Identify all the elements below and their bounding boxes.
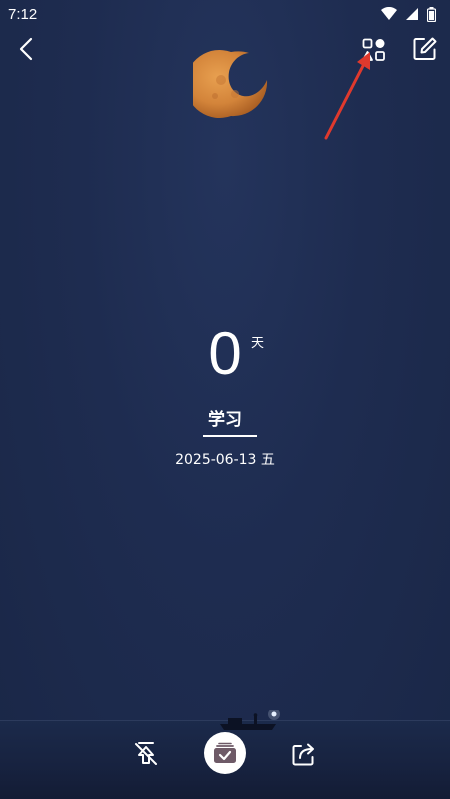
day-unit: 天 <box>251 336 265 351</box>
title-underline <box>203 435 257 437</box>
status-bar: 7:12 <box>0 0 450 28</box>
event-date: 2025-06-13 五 <box>175 452 275 468</box>
moon-image <box>193 50 268 118</box>
battery-icon <box>427 6 436 22</box>
share-button[interactable] <box>289 739 319 769</box>
annotation-arrow <box>324 52 370 140</box>
wifi-icon <box>381 7 397 20</box>
signal-icon <box>406 8 418 20</box>
day-count: 0 <box>208 320 242 387</box>
background-image <box>0 0 450 799</box>
event-title[interactable]: 学习 <box>0 405 450 430</box>
share-icon <box>292 743 314 766</box>
back-button[interactable] <box>12 34 40 64</box>
boat-image <box>220 710 280 730</box>
status-time: 7:12 <box>8 5 38 23</box>
check-in-button[interactable] <box>204 732 246 774</box>
check-box-icon <box>214 742 236 763</box>
edit-icon <box>413 37 437 60</box>
status-icons <box>381 6 436 22</box>
day-counter: 0 <box>0 322 450 386</box>
unpin-button[interactable] <box>131 738 161 768</box>
unpin-icon <box>135 742 157 765</box>
chevron-left-icon <box>19 37 33 61</box>
edit-button[interactable] <box>410 35 440 63</box>
